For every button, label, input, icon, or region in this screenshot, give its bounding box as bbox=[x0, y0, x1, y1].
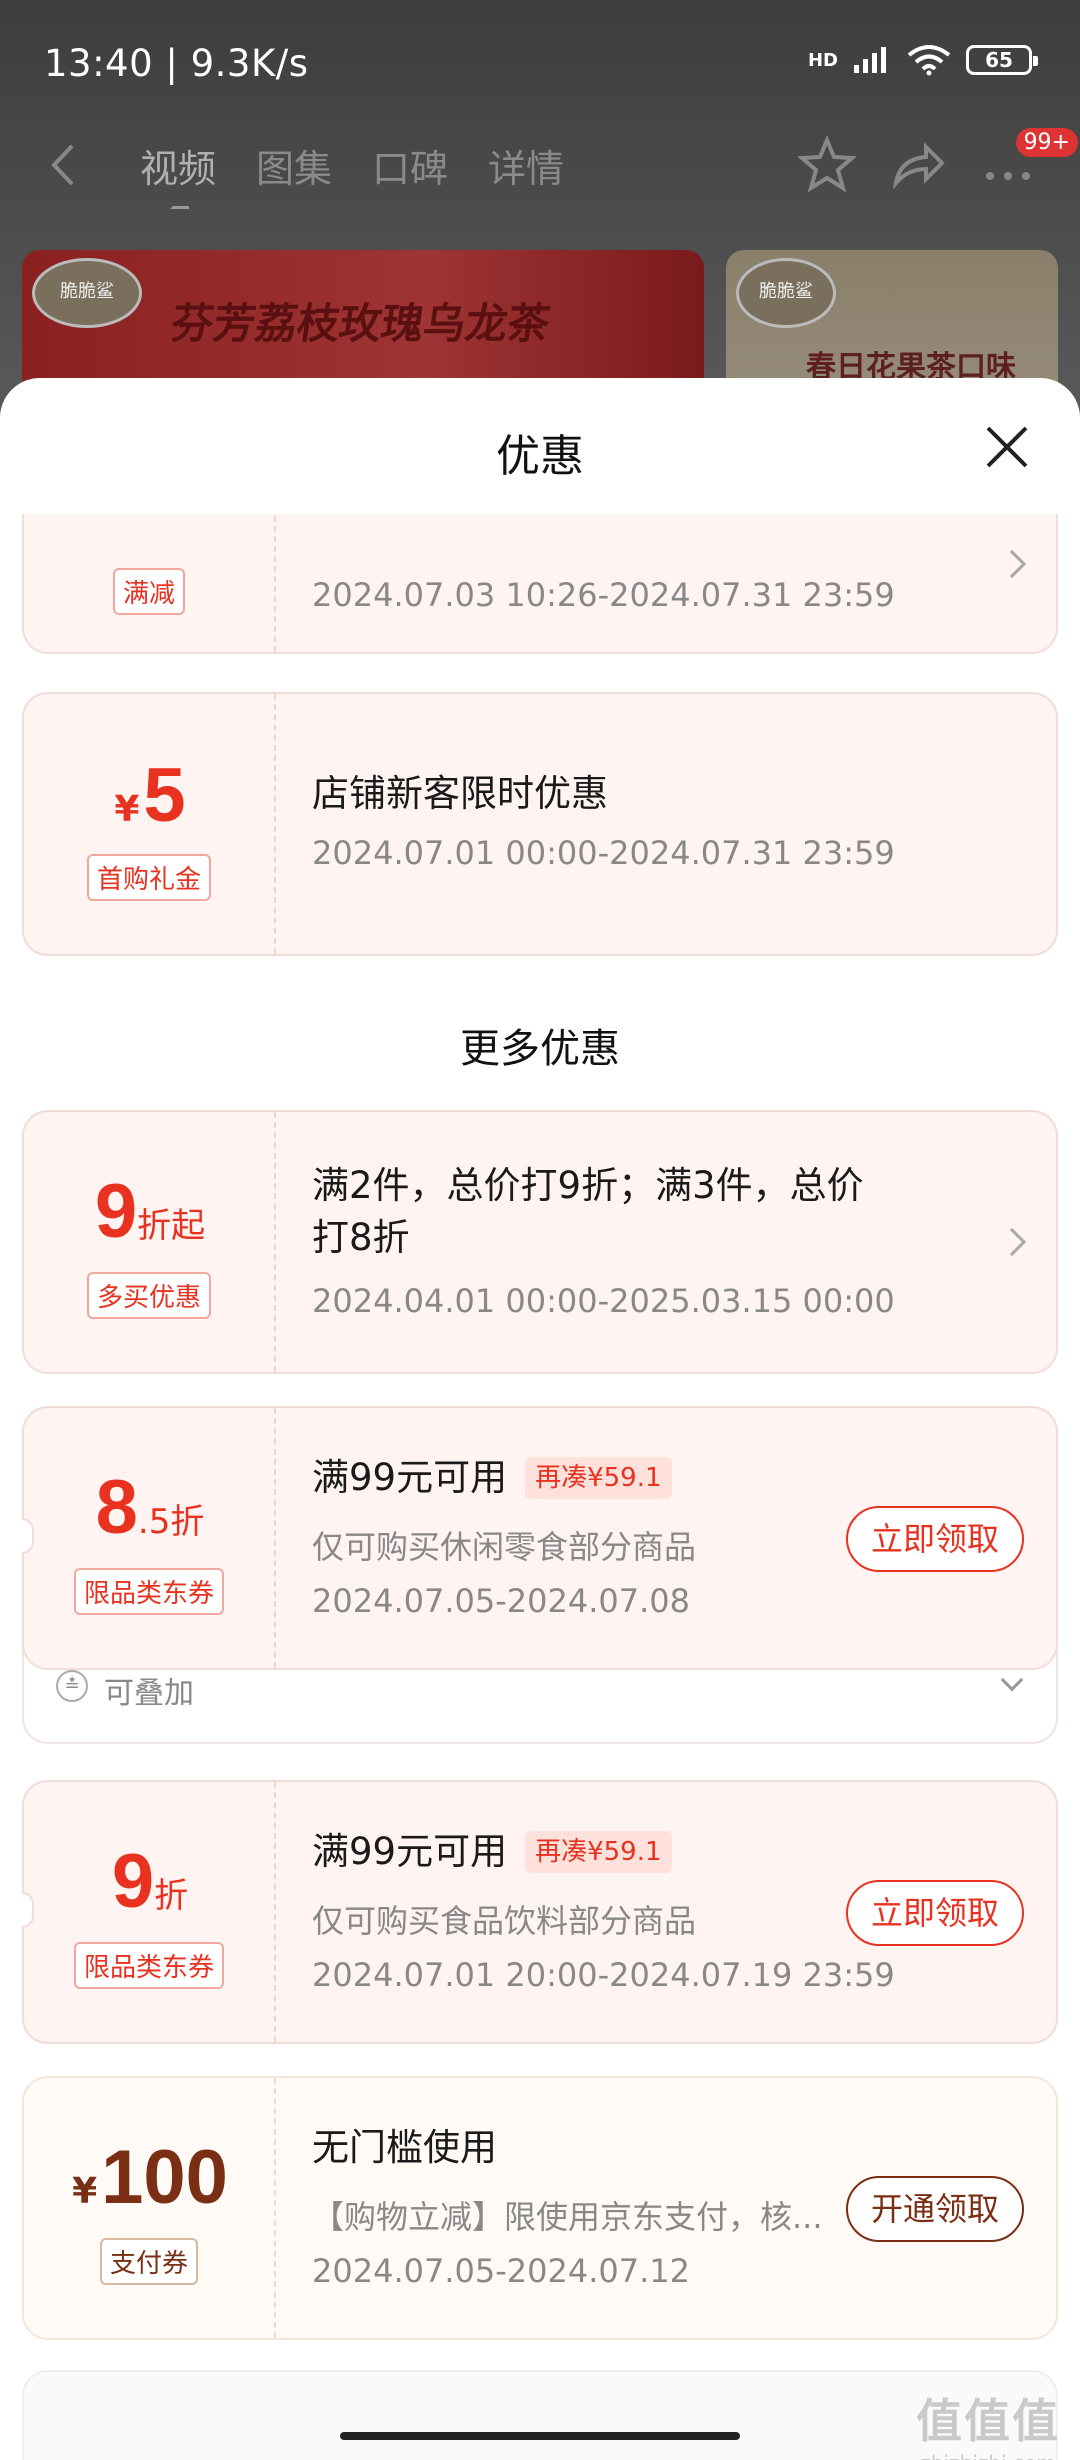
back-arrow-icon[interactable] bbox=[44, 140, 84, 190]
coupon-amount: 5 bbox=[143, 753, 186, 838]
banner1-text: 芬芳荔枝玫瑰乌龙茶 bbox=[168, 299, 554, 348]
coupon-description: 【购物立减】限使用京东支付，核... bbox=[312, 2198, 823, 2236]
top-up-hint: 再凑¥59.1 bbox=[525, 1831, 672, 1873]
coupon-date: 2024.07.03 10:26-2024.07.31 23:59 bbox=[312, 576, 895, 614]
tab-details[interactable]: 详情 bbox=[488, 138, 564, 193]
more-menu[interactable]: 99+ bbox=[980, 128, 1078, 192]
coupon-card[interactable]: 8.5折 限品类东券 满99元可用 再凑¥59.1 仅可购买休闲零食部分商品 20… bbox=[22, 1406, 1058, 1670]
discount-sheet: 优惠 满减 2024.07.03 10:26-2024.07.31 23:59 … bbox=[0, 378, 1080, 2460]
coupon-tag: 满减 bbox=[112, 568, 186, 615]
coupon-date: 2024.07.05-2024.07.12 bbox=[312, 2252, 690, 2290]
status-bar: 13:40 | 9.3K/s HD 65 bbox=[0, 0, 1080, 130]
share-icon[interactable] bbox=[890, 139, 946, 189]
product-navbar: 视频 图集 口碑 详情 99+ bbox=[0, 128, 1080, 210]
coupon-unit: .5折 bbox=[137, 1502, 205, 1542]
coupon-title-text: 满99元可用 bbox=[312, 1830, 508, 1873]
coupon-tag: 限品类东券 bbox=[73, 1568, 225, 1615]
status-time: 13:40 | 9.3K/s bbox=[44, 42, 309, 85]
coupon-title: 无门槛使用 bbox=[312, 2126, 497, 2169]
brand-logo: 脆脆鲨 bbox=[32, 258, 142, 328]
stackable-label: 可叠加 bbox=[104, 1676, 194, 1711]
coupon-value: 8.5折 bbox=[24, 1464, 276, 1551]
tab-gallery[interactable]: 图集 bbox=[256, 138, 332, 193]
claim-button[interactable]: 立即领取 bbox=[846, 1880, 1024, 1946]
coupon-date: 2024.07.01 00:00-2024.07.31 23:59 bbox=[312, 834, 895, 872]
coupon-title: 满99元可用 再凑¥59.1 bbox=[312, 1452, 672, 1504]
nav-tabs: 视频 图集 口碑 详情 bbox=[140, 138, 564, 209]
battery-icon: 65 bbox=[966, 45, 1038, 75]
coupon-amount: 100 bbox=[101, 2135, 228, 2220]
coupon-value-area: ¥100 支付券 bbox=[24, 2078, 276, 2338]
nav-actions: 99+ bbox=[798, 128, 1078, 192]
coupon-card[interactable]: 9折 限品类东券 满99元可用 再凑¥59.1 仅可购买食品饮料部分商品 2024… bbox=[22, 1780, 1058, 2044]
top-up-hint: 再凑¥59.1 bbox=[525, 1457, 672, 1499]
stack-icon: ≛ bbox=[56, 1670, 88, 1702]
more-section-title: 更多优惠 bbox=[460, 1026, 620, 1072]
coupon-value: ¥100 bbox=[24, 2134, 276, 2221]
watermark: 值值值 zhizhizhi.com bbox=[916, 2385, 1060, 2460]
coupon-tag: 支付券 bbox=[99, 2238, 199, 2285]
coupon-date: 2024.07.01 20:00-2024.07.19 23:59 bbox=[312, 1956, 895, 1994]
coupon-value: ¥5 bbox=[24, 752, 276, 839]
star-icon[interactable] bbox=[798, 136, 856, 192]
signal-icon bbox=[854, 47, 886, 73]
watermark-logo: 值值值 bbox=[916, 2394, 1060, 2448]
coupon-card[interactable]: ¥5 首购礼金 店铺新客限时优惠 2024.07.01 00:00-2024.0… bbox=[22, 692, 1058, 956]
brand-logo: 脆脆鲨 bbox=[736, 258, 836, 328]
claim-button[interactable]: 立即领取 bbox=[846, 1506, 1024, 1572]
tab-reviews[interactable]: 口碑 bbox=[372, 138, 448, 193]
chevron-right-icon bbox=[997, 549, 1027, 579]
currency-symbol: ¥ bbox=[114, 789, 140, 830]
watermark-url: zhizhizhi.com bbox=[916, 2451, 1060, 2460]
coupon-title: 满99元可用 再凑¥59.1 bbox=[312, 1826, 672, 1878]
coupon-value-area: ¥5 首购礼金 bbox=[24, 694, 276, 954]
coupon-card[interactable]: 满减 2024.07.03 10:26-2024.07.31 23:59 bbox=[22, 514, 1058, 654]
coupon-title: 店铺新客限时优惠 bbox=[312, 772, 608, 815]
coupon-amount: 9 bbox=[94, 1169, 138, 1254]
close-icon[interactable] bbox=[982, 422, 1032, 472]
coupon-title-text: 满99元可用 bbox=[312, 1456, 508, 1499]
chevron-down-icon[interactable] bbox=[1000, 1668, 1024, 1692]
chevron-right-icon bbox=[997, 1227, 1027, 1257]
currency-symbol: ¥ bbox=[72, 2171, 98, 2212]
coupon-date: 2024.04.01 00:00-2025.03.15 00:00 bbox=[312, 1282, 895, 1320]
coupon-title: 满2件，总价打9折；满3件，总价 打8折 bbox=[312, 1160, 864, 1264]
coupon-list[interactable]: 满减 2024.07.03 10:26-2024.07.31 23:59 ¥5 … bbox=[0, 514, 1080, 2460]
sheet-title: 优惠 bbox=[496, 431, 584, 482]
coupon-amount: 8 bbox=[95, 1465, 138, 1550]
background-page: 13:40 | 9.3K/s HD 65 视频 图集 口碑 详情 99+ 脆脆鲨… bbox=[0, 0, 1080, 450]
coupon-value: 9折 bbox=[24, 1838, 276, 1925]
coupon-value-area: 8.5折 限品类东券 bbox=[24, 1408, 276, 1668]
coupon-title-line1: 满2件，总价打9折；满3件，总价 bbox=[312, 1164, 864, 1207]
coupon-unit: 折起 bbox=[137, 1206, 206, 1246]
coupon-value-area: 9折 限品类东券 bbox=[24, 1782, 276, 2042]
sheet-header: 优惠 bbox=[0, 378, 1080, 514]
coupon-description: 仅可购买休闲零食部分商品 bbox=[312, 1528, 697, 1566]
coupon-description: 仅可购买食品饮料部分商品 bbox=[312, 1902, 697, 1940]
coupon-date: 2024.07.05-2024.07.08 bbox=[312, 1582, 690, 1620]
coupon-tag: 首购礼金 bbox=[86, 854, 212, 901]
coupon-amount: 9 bbox=[111, 1839, 155, 1924]
coupon-title-line2: 打8折 bbox=[312, 1216, 410, 1259]
coupon-value-area: 9折起 多买优惠 bbox=[24, 1112, 276, 1372]
coupon-card[interactable] bbox=[22, 2370, 1058, 2460]
tab-video[interactable]: 视频 bbox=[140, 138, 216, 209]
message-badge: 99+ bbox=[1015, 128, 1078, 157]
activate-claim-button[interactable]: 开通领取 bbox=[846, 2176, 1024, 2242]
coupon-card[interactable]: ¥100 支付券 无门槛使用 【购物立减】限使用京东支付，核... 2024.0… bbox=[22, 2076, 1058, 2340]
network-type-label: HD bbox=[807, 49, 838, 71]
battery-level: 65 bbox=[985, 48, 1013, 72]
coupon-value: 9折起 bbox=[24, 1168, 276, 1255]
coupon-tag: 多买优惠 bbox=[86, 1272, 212, 1319]
coupon-tag: 限品类东券 bbox=[73, 1942, 225, 1989]
coupon-value-area: 满减 bbox=[24, 514, 276, 652]
status-icons: HD 65 bbox=[807, 44, 1038, 76]
home-indicator[interactable] bbox=[340, 2432, 740, 2440]
wifi-icon bbox=[907, 45, 951, 76]
coupon-card[interactable]: 9折起 多买优惠 满2件，总价打9折；满3件，总价 打8折 2024.04.01… bbox=[22, 1110, 1058, 1374]
coupon-unit: 折 bbox=[154, 1876, 189, 1916]
